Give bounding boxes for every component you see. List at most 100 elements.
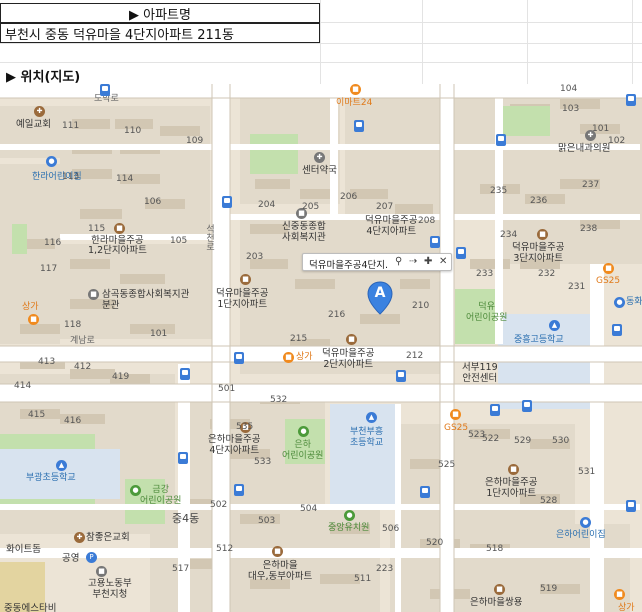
place-label-samgok-welfare: 삼곡동종합사회복지관 분관 bbox=[102, 289, 190, 311]
route-icon[interactable]: ⇢ bbox=[409, 256, 417, 268]
building-number: 111 bbox=[62, 121, 80, 131]
building-number: 206 bbox=[340, 192, 358, 202]
bus-stop-icon[interactable] bbox=[456, 247, 466, 259]
building-number: 511 bbox=[354, 574, 372, 584]
place-label-emart24: 이마트24 bbox=[336, 98, 373, 108]
building-number: 519 bbox=[540, 584, 558, 594]
place-label-sinjung-welfare: 신중동종합 사회복지관 bbox=[282, 221, 326, 243]
place-label-eunha-1: 은하마을주공 1단지아파트 bbox=[485, 477, 538, 499]
building-number: 234 bbox=[500, 230, 518, 240]
kindergarten-icon: ● bbox=[344, 510, 355, 521]
grid-column-line bbox=[320, 0, 321, 84]
marker-icon[interactable]: ⚲ bbox=[395, 256, 402, 268]
building-number: 223 bbox=[376, 564, 394, 574]
place-label-deogyu-park: 덕유 어린이공원 bbox=[466, 302, 508, 323]
church-icon: ✚ bbox=[74, 532, 85, 543]
bus-stop-icon[interactable] bbox=[396, 370, 406, 382]
marker-letter: A bbox=[374, 285, 386, 301]
apartment-icon: ■ bbox=[114, 223, 125, 234]
place-label-deogyu-1: 덕유마을주공 1단지아파트 bbox=[216, 288, 269, 310]
daycare-icon: ● bbox=[580, 517, 591, 528]
place-label-eunha-park: 은하 어린이공원 bbox=[282, 440, 324, 461]
place-label-eunha-daycare: 은하어린이집 bbox=[556, 530, 606, 540]
bus-stop-icon[interactable] bbox=[234, 352, 244, 364]
apartment-icon: ■ bbox=[537, 229, 548, 240]
bus-stop-icon[interactable] bbox=[222, 196, 232, 208]
building-number: 518 bbox=[486, 544, 504, 554]
building-number: 204 bbox=[258, 200, 276, 210]
shop-icon: ■ bbox=[283, 352, 294, 363]
bus-stop-icon[interactable] bbox=[626, 94, 636, 106]
building-number: 210 bbox=[412, 301, 430, 311]
place-label-dong-hwa: 동화 bbox=[626, 297, 642, 307]
building-number: 414 bbox=[14, 381, 32, 391]
bus-stop-icon[interactable] bbox=[490, 404, 500, 416]
building-number: 506 bbox=[382, 524, 400, 534]
building-number: 113 bbox=[62, 172, 80, 182]
government-office-icon: ■ bbox=[96, 566, 107, 577]
building-number: 106 bbox=[144, 197, 162, 207]
place-label-sangga-1: 상가 bbox=[22, 302, 39, 312]
map-info-popup[interactable]: 덕유마을주공4단지. ⚲ ⇢ ✚ ✕ bbox=[302, 253, 452, 271]
apartment-icon: ■ bbox=[272, 546, 283, 557]
school-icon: ▲ bbox=[549, 320, 560, 331]
road-label-gyenam-ro: 계남로 bbox=[70, 336, 95, 346]
building-number: 103 bbox=[562, 104, 580, 114]
title-cell[interactable]: ▶ 아파트명 bbox=[0, 3, 320, 23]
location-marker-pin[interactable]: A bbox=[367, 281, 393, 315]
embedded-map[interactable]: 도막로 계남로 석천로 ✚ 예일교회 ● 한라어린이집 ■ 한라마을주공 1,2… bbox=[0, 84, 642, 612]
zoom-in-icon[interactable]: ✚ bbox=[424, 256, 432, 268]
place-label-malgeun-clinic: 맑은내과의원 bbox=[558, 143, 611, 154]
place-label-yeil-church: 예일교회 bbox=[16, 119, 51, 130]
apartment-icon: ■ bbox=[494, 584, 505, 595]
building-number: 115 bbox=[88, 224, 106, 234]
grid-row-line bbox=[0, 62, 642, 63]
address-cell[interactable]: 부천시 중동 덕유마을 4단지아파트 211동 bbox=[0, 23, 320, 43]
place-label-whitedom: 화이트돔 bbox=[6, 544, 41, 555]
building-number: 412 bbox=[74, 362, 92, 372]
bus-stop-icon[interactable] bbox=[496, 134, 506, 146]
building-number: 116 bbox=[44, 238, 62, 248]
bus-stop-icon[interactable] bbox=[180, 368, 190, 380]
daycare-icon: ● bbox=[46, 156, 57, 167]
shop-icon: ■ bbox=[614, 589, 625, 600]
place-label-geumgang-park: 금강 어린이공원 bbox=[140, 485, 182, 506]
building-number: 216 bbox=[328, 310, 346, 320]
daycare-icon: ● bbox=[614, 297, 625, 308]
building-number: 419 bbox=[112, 372, 130, 382]
building-number: 517 bbox=[172, 564, 190, 574]
building-number: 529 bbox=[514, 436, 532, 446]
bus-stop-icon[interactable] bbox=[234, 484, 244, 496]
apartment-icon: ■ bbox=[240, 274, 251, 285]
bus-stop-icon[interactable] bbox=[626, 500, 636, 512]
grid-column-line bbox=[632, 0, 633, 84]
building-number: 528 bbox=[540, 496, 558, 506]
building-number: 208 bbox=[418, 216, 436, 226]
bus-stop-icon[interactable] bbox=[430, 236, 440, 248]
bus-stop-icon[interactable] bbox=[178, 452, 188, 464]
building-number: 212 bbox=[406, 351, 424, 361]
place-label-goyong: 고용노동부 부천지청 bbox=[88, 578, 132, 600]
bus-stop-icon[interactable] bbox=[100, 84, 110, 96]
building-number: 238 bbox=[580, 224, 598, 234]
place-label-bucheon-elem: 부천부흥 초등학교 bbox=[350, 427, 384, 448]
bus-stop-icon[interactable] bbox=[612, 324, 622, 336]
bus-stop-icon[interactable] bbox=[522, 400, 532, 412]
place-label-sangga-2: 상가 bbox=[296, 352, 313, 362]
building-number: 110 bbox=[124, 126, 142, 136]
grid-column-line bbox=[527, 0, 528, 84]
bus-stop-icon[interactable] bbox=[354, 120, 364, 132]
building-number: 503 bbox=[258, 516, 276, 526]
building-number: 531 bbox=[578, 467, 596, 477]
building-number: 236 bbox=[530, 196, 548, 206]
close-icon[interactable]: ✕ bbox=[439, 256, 447, 268]
apartment-icon: ■ bbox=[508, 464, 519, 475]
building-number: 504 bbox=[300, 504, 318, 514]
building-number: 415 bbox=[28, 410, 46, 420]
building-number: 101 bbox=[592, 124, 610, 134]
place-label-bugwang-elem: 부광초등학교 bbox=[26, 473, 76, 483]
building-number: 416 bbox=[64, 416, 82, 426]
place-label-hanra-apt: 한라마을주공 1,2단지아파트 bbox=[88, 235, 147, 256]
bus-stop-icon[interactable] bbox=[420, 486, 430, 498]
place-label-pharmacy: 센터약국 bbox=[302, 165, 337, 176]
